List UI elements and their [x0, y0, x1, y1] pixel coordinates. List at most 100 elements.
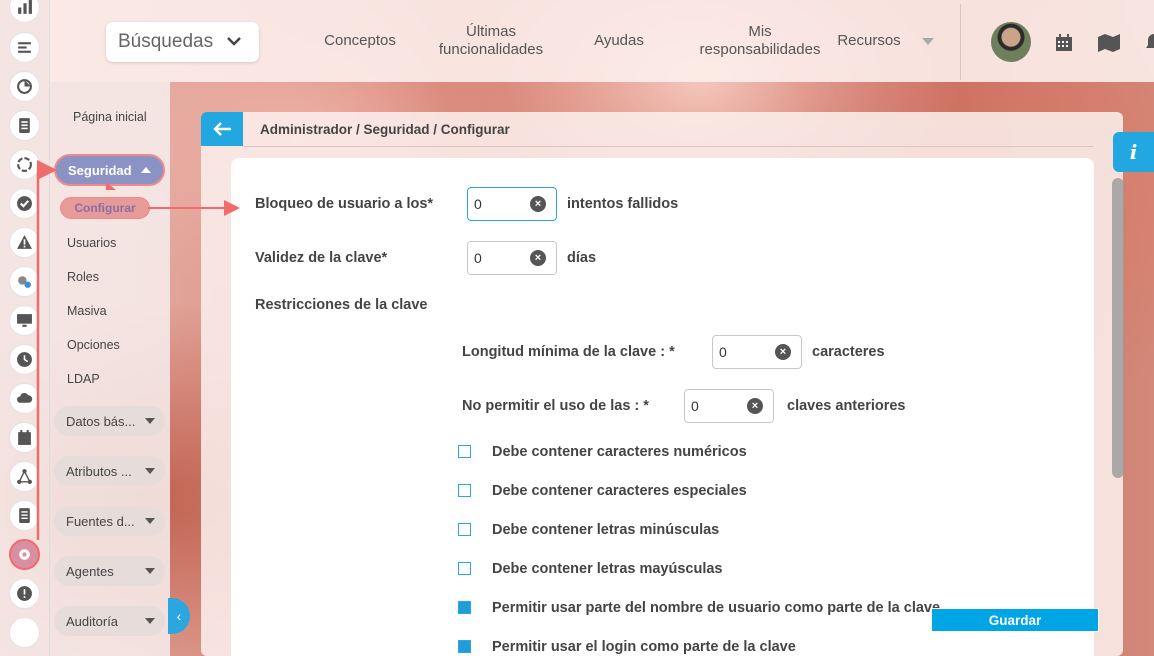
main-panel: Administrador / Seguridad / Configurar B…	[201, 112, 1123, 656]
sidebar-group-datos-label: Datos bás...	[66, 413, 136, 429]
nav-mis-responsabilidades[interactable]: Mis responsabilidades	[694, 0, 826, 82]
nav-ayudas[interactable]: Ayudas	[586, 0, 652, 82]
top-separator	[960, 4, 961, 80]
checkbox-lowercase-label: Debe contener letras minúsculas	[492, 522, 720, 538]
calendar-icon[interactable]	[9, 422, 40, 453]
sidebar-group-atributos-label: Atributos ...	[66, 463, 132, 479]
settings-gear-icon[interactable]	[9, 539, 40, 570]
checkbox-allow-username-label: Permitir usar parte del nombre de usuari…	[492, 600, 941, 616]
sidebar-group-datos[interactable]: Datos bás...	[54, 406, 165, 436]
scrollbar[interactable]	[1112, 178, 1124, 478]
clock-icon[interactable]	[9, 344, 40, 375]
sidebar-group-auditoria[interactable]: Auditoría	[54, 606, 165, 636]
clear-icon[interactable]: ×	[747, 398, 763, 414]
form-card: Bloqueo de usuario a los* 0 × intentos fa…	[231, 158, 1094, 656]
checkbox-uppercase[interactable]	[458, 562, 471, 575]
info-button[interactable]: i	[1113, 132, 1154, 172]
recursos-caret-icon[interactable]	[922, 38, 934, 46]
icon-rail	[0, 0, 50, 656]
minlen-label: Longitud mínima de la clave : *	[462, 344, 675, 360]
history-label: No permitir el uso de las : *	[462, 398, 649, 414]
map-book-icon[interactable]	[1097, 33, 1121, 53]
checkbox-allow-username[interactable]	[458, 601, 471, 614]
history-input[interactable]: 0 ×	[684, 389, 774, 423]
minlen-value: 0	[719, 344, 727, 360]
sidebar-item-ldap[interactable]: LDAP	[67, 372, 100, 386]
arrow-left-icon	[213, 122, 231, 136]
clear-icon[interactable]: ×	[530, 250, 546, 266]
calendar-top-icon[interactable]	[1054, 33, 1074, 53]
checkbox-lowercase[interactable]	[458, 523, 471, 536]
gears-icon[interactable]	[9, 266, 40, 297]
sidebar-item-opciones[interactable]: Opciones	[67, 338, 120, 352]
block-unit: intentos fallidos	[567, 196, 679, 212]
save-button[interactable]: Guardar	[931, 608, 1099, 632]
alert-icon[interactable]	[9, 578, 40, 609]
history-value: 0	[691, 398, 699, 414]
chevron-down-icon	[227, 37, 241, 46]
network-icon[interactable]	[9, 461, 40, 492]
sidebar-group-atributos[interactable]: Atributos ...	[54, 456, 165, 486]
sidebar-item-masiva[interactable]: Masiva	[67, 304, 107, 318]
check-icon[interactable]	[9, 188, 40, 219]
reports-icon[interactable]	[9, 0, 40, 23]
breadcrumb: Administrador / Seguridad / Configurar	[260, 122, 510, 137]
sidebar-group-fuentes[interactable]: Fuentes d...	[54, 506, 165, 536]
minlen-unit: caracteres	[812, 344, 885, 360]
caret-down-icon	[145, 518, 155, 524]
warning-icon[interactable]	[9, 227, 40, 258]
secondary-sidebar: Página inicial Seguridad Configurar Usua…	[50, 82, 170, 656]
sidebar-group-auditoria-label: Auditoría	[66, 613, 119, 629]
minlen-input[interactable]: 0 ×	[712, 335, 802, 369]
chevron-up-icon	[141, 167, 151, 173]
block-attempts-value: 0	[474, 196, 482, 212]
sidebar-item-usuarios[interactable]: Usuarios	[67, 236, 116, 250]
block-attempts-input[interactable]: 0 ×	[467, 187, 557, 221]
sidebar-group-agentes-label: Agentes	[66, 563, 114, 579]
checkbox-special[interactable]	[458, 484, 471, 497]
bell-icon[interactable]	[1144, 33, 1154, 53]
nav-recursos[interactable]: Recursos	[830, 0, 908, 82]
caret-down-icon	[145, 618, 155, 624]
avatar[interactable]	[991, 22, 1031, 62]
nav-ultimas-funcionalidades[interactable]: Últimas funcionalidades	[430, 0, 552, 82]
caret-down-icon	[145, 468, 155, 474]
monitor-icon[interactable]	[9, 305, 40, 336]
sidebar-security-label: Seguridad	[68, 162, 132, 178]
sidebar-configure[interactable]: Configurar	[60, 197, 150, 219]
divider	[243, 146, 1093, 147]
cycle-icon[interactable]	[9, 149, 40, 180]
document-icon[interactable]	[9, 110, 40, 141]
nav-conceptos[interactable]: Conceptos	[310, 0, 410, 82]
clear-icon[interactable]: ×	[530, 196, 546, 212]
checkbox-allow-login-label: Permitir usar el login como parte de la …	[492, 639, 796, 655]
block-label: Bloqueo de usuario a los*	[255, 196, 434, 212]
menu-lines-icon[interactable]	[9, 32, 40, 63]
sidebar-home[interactable]: Página inicial	[73, 110, 147, 124]
sidebar-item-roles[interactable]: Roles	[67, 270, 99, 284]
back-button[interactable]	[201, 112, 243, 146]
search-label: Búsquedas	[118, 31, 214, 52]
top-bar: Búsquedas Conceptos Últimas funcionalida…	[50, 0, 1154, 82]
cloud-icon[interactable]	[9, 383, 40, 414]
sidebar-security[interactable]: Seguridad	[54, 154, 165, 186]
checkbox-special-label: Debe contener caracteres especiales	[492, 483, 747, 499]
clear-icon[interactable]: ×	[775, 344, 791, 360]
checkbox-allow-login[interactable]	[458, 640, 471, 653]
list-icon[interactable]	[9, 500, 40, 531]
validity-label: Validez de la clave*	[255, 250, 388, 266]
caret-down-icon	[145, 568, 155, 574]
validity-value: 0	[474, 250, 482, 266]
search-dropdown[interactable]: Búsquedas	[106, 22, 259, 62]
checkbox-numeric-label: Debe contener caracteres numéricos	[492, 444, 747, 460]
caret-down-icon	[145, 418, 155, 424]
history-unit: claves anteriores	[787, 398, 906, 414]
pie-chart-icon[interactable]	[9, 71, 40, 102]
validity-unit: días	[567, 250, 597, 266]
validity-input[interactable]: 0 ×	[467, 241, 557, 275]
checkbox-uppercase-label: Debe contener letras mayúsculas	[492, 561, 723, 577]
checkbox-numeric[interactable]	[458, 445, 471, 458]
sidebar-group-agentes[interactable]: Agentes	[54, 556, 165, 586]
more-icon[interactable]	[9, 617, 40, 648]
sidebar-group-fuentes-label: Fuentes d...	[66, 513, 135, 529]
